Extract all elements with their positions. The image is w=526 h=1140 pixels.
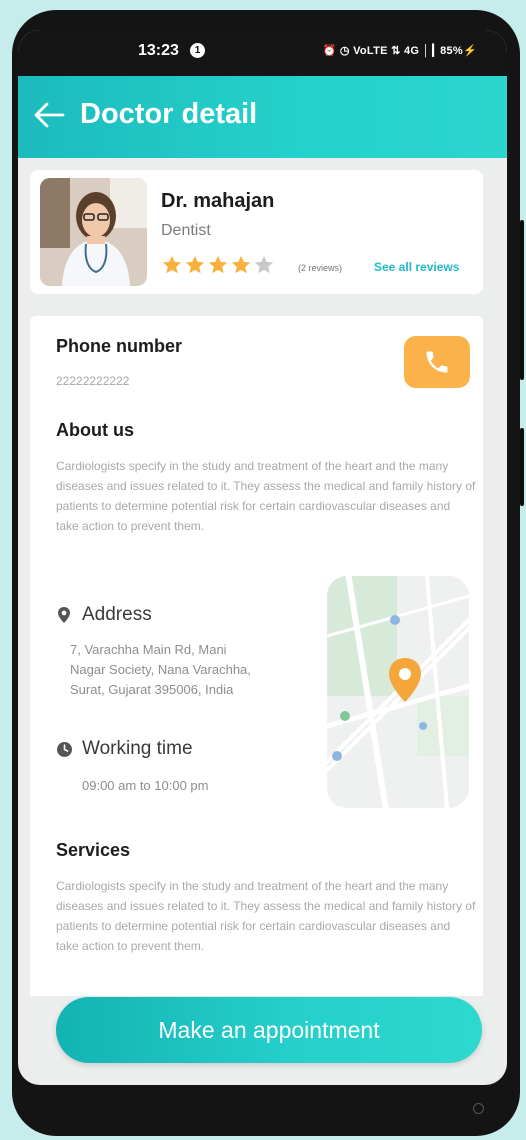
status-icons: ⏰ ◷ VoLTE ⇅ 4G │┃ 85%⚡ [322,45,477,57]
volume-button [520,220,524,380]
power-button [520,428,524,506]
see-all-reviews-link[interactable]: See all reviews [374,260,459,274]
make-appointment-button[interactable]: Make an appointment [56,997,482,1063]
bottom-bezel [18,1085,507,1125]
doctor-specialty: Dentist [161,222,211,239]
notification-badge-icon: 1 [190,43,205,58]
star-empty-icon [254,255,274,274]
services-title: Services [56,840,131,860]
map-thumbnail[interactable] [327,576,469,808]
screen: 13:23 1 ⏰ ◷ VoLTE ⇅ 4G │┃ 85%⚡ Doctor de… [18,30,507,1085]
address-title: Address [82,604,152,625]
working-time-title: Working time [82,738,193,759]
doctor-details-card: Phone number 22222222222 About us Cardio… [30,316,483,996]
star-filled-icon [162,255,182,274]
star-filled-icon [208,255,228,274]
doctor-name: Dr. mahajan [161,190,275,212]
camera-icon [473,1103,484,1114]
about-us-title: About us [56,420,134,440]
status-time: 13:23 [138,42,179,59]
phone-number-value: 22222222222 [56,374,130,388]
doctor-profile-card: Dr. mahajan Dentist (2 reviews) See all … [30,170,483,294]
address-text: 7, Varachha Main Rd, Mani Nagar Society,… [70,642,251,697]
services-text: Cardiologists specify in the study and t… [56,879,476,953]
reviews-count: (2 reviews) [298,263,343,273]
working-time-text: 09:00 am to 10:00 pm [82,778,209,793]
arrow-left-icon[interactable] [32,100,66,130]
phone-icon [426,351,448,373]
call-button[interactable] [404,336,470,388]
clock-icon [57,742,72,757]
doctor-avatar [40,178,147,286]
about-us-text: Cardiologists specify in the study and t… [56,459,476,533]
star-filled-icon [185,255,205,274]
app-bar: Doctor detail [18,76,507,158]
location-pin-icon [58,607,70,623]
page-title: Doctor detail [80,98,258,130]
rating-stars [161,254,276,276]
star-filled-icon [231,255,251,274]
status-bar: 13:23 1 ⏰ ◷ VoLTE ⇅ 4G │┃ 85%⚡ [18,30,507,76]
phone-number-title: Phone number [56,336,183,356]
